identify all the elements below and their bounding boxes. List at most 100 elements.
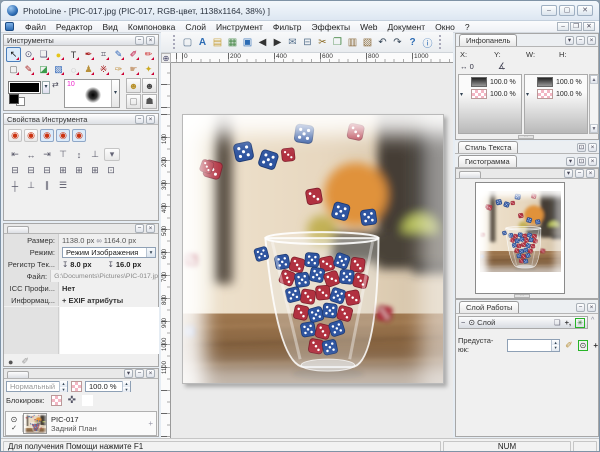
align-bottom-icon[interactable]: ⊥ — [88, 149, 102, 160]
tool-text[interactable]: T — [66, 47, 81, 62]
opacity-field[interactable]: 100.0 % ▴▾ — [85, 381, 131, 392]
panel-minimize-button[interactable]: − — [135, 36, 144, 45]
register-x-value[interactable]: 8.0 px — [70, 260, 91, 269]
menu-item-document[interactable]: Документ — [382, 21, 430, 33]
mdi-minimize-button[interactable]: ‒ — [557, 22, 569, 31]
cut-icon[interactable]: ✂ — [315, 35, 330, 50]
panel-close-button[interactable]: × — [587, 36, 596, 45]
copy-icon[interactable]: ❐ — [330, 35, 345, 50]
work-layer-row[interactable]: − ⊙ Слой ❏ +, ✳ — [458, 316, 588, 329]
gear-icon[interactable]: ✳ — [575, 318, 585, 328]
mask-dark-icon[interactable]: ☻ — [142, 78, 157, 93]
gradient-swatch[interactable] — [537, 77, 553, 87]
presets-dropdown[interactable]: ▴▾ — [507, 339, 560, 352]
minimize-button[interactable]: ‒ — [541, 5, 557, 16]
brush-preview[interactable]: 10 ▾ — [64, 79, 120, 108]
tab-work-layer[interactable]: Слой Работы — [459, 301, 519, 313]
color-circle-icon[interactable]: ● — [8, 357, 13, 367]
tool-layer[interactable]: ❏ — [36, 47, 51, 62]
vertical-scrollbar[interactable]: ▲ ▼ — [589, 74, 599, 134]
transparency-swatch[interactable] — [537, 89, 553, 99]
panel-minimize-button[interactable]: − — [576, 303, 585, 312]
tool-select[interactable]: ↖ — [6, 47, 21, 62]
scroll-up-icon[interactable]: ▲ — [590, 75, 598, 84]
layer-opacity-group[interactable]: 100.0 % 100.0 % ▾ — [524, 74, 588, 134]
tool-smudge[interactable]: ✎ — [111, 47, 126, 62]
layer-thumbnail[interactable] — [23, 413, 47, 434]
navigator-frame[interactable] — [475, 182, 565, 294]
menu-item-tool[interactable]: Инструмент — [211, 21, 268, 33]
tool-vector-pen[interactable]: ✒ — [81, 47, 96, 62]
open-icon[interactable]: ▤ — [210, 35, 225, 50]
layer-row[interactable]: ⊙ ✓ PIC-017 Задний План + — [5, 411, 157, 436]
tab-text-style[interactable]: Стиль Текста — [458, 141, 518, 153]
mdi-restore-button[interactable]: ❐ — [570, 22, 582, 31]
menu-item-layout[interactable]: Компоновка — [123, 21, 180, 33]
align-left-icon[interactable]: ⇤ — [8, 149, 22, 160]
panel-minimize-button[interactable]: − — [135, 369, 144, 378]
brush-small-icon[interactable]: ✐ — [21, 356, 29, 367]
lock-position-icon[interactable]: ✜ — [68, 395, 76, 406]
swap-colors-icon[interactable]: ⇄ — [52, 80, 59, 89]
spacing-icon[interactable]: ⊥ — [24, 180, 38, 191]
align-options-dropdown[interactable]: ▾ — [104, 148, 120, 161]
page-icon[interactable]: ❏ — [554, 318, 561, 327]
target-button[interactable]: ◉ — [72, 129, 86, 142]
paste-icon[interactable]: ▥ — [345, 35, 360, 50]
back-icon[interactable]: ◀ — [255, 35, 270, 50]
export-icon[interactable]: ✉ — [285, 35, 300, 50]
selection-icon[interactable]: ▢ — [126, 94, 141, 109]
target-button[interactable]: ◉ — [24, 129, 38, 142]
gradient-swatch[interactable] — [471, 77, 487, 87]
horizontal-ruler[interactable]: 0 200 400 600 800 1000 — [171, 53, 453, 63]
browse-icon[interactable]: ▦ — [225, 35, 240, 50]
distribute-icon[interactable]: ⊟ — [24, 165, 38, 176]
tool-pen[interactable]: ✏ — [141, 47, 156, 62]
panel-restore-button[interactable]: ⊡ — [577, 157, 586, 166]
image-mode-dropdown[interactable]: Режим Изображения ▾ — [62, 247, 156, 258]
vertical-ruler[interactable]: 100 200 300 400 500 600 700 800 900 1000… — [161, 63, 171, 438]
toolbar-grip[interactable] — [439, 35, 442, 49]
spacing-icon[interactable]: ∥ — [40, 180, 54, 191]
new-text-icon[interactable]: A — [195, 35, 210, 50]
tool-spray[interactable]: ※ — [96, 62, 111, 77]
tab-info-panel[interactable]: Инфопанель — [459, 34, 517, 46]
layer-opacity-group[interactable]: 100.0 % 100.0 % ▾ — [458, 74, 522, 134]
brush-dropdown-button[interactable]: ▾ — [111, 80, 119, 107]
panel-menu-button[interactable]: ▾ — [566, 157, 575, 166]
distribute-icon[interactable]: ⊞ — [56, 165, 70, 176]
stencil-icon[interactable]: ☗ — [142, 94, 157, 109]
panel-minimize-button[interactable]: − — [576, 36, 585, 45]
resize-grip[interactable]: ⋯ — [514, 294, 530, 298]
add-icon[interactable]: +, — [565, 318, 571, 327]
resize-grip[interactable]: ⋯ — [518, 135, 534, 139]
panel-close-button[interactable]: × — [588, 157, 597, 166]
menu-item-window[interactable]: Окно — [430, 21, 460, 33]
chevron-down-icon[interactable]: ▾ — [526, 91, 529, 98]
spacing-icon[interactable]: ☰ — [56, 180, 70, 191]
collapse-caret-icon[interactable]: ^ — [591, 317, 594, 324]
panel-minimize-button[interactable]: − — [135, 115, 144, 124]
mdi-close-button[interactable]: ✕ — [583, 22, 595, 31]
menu-item-edit[interactable]: Редактор — [51, 21, 98, 33]
chain-link-icon[interactable]: ∞ — [96, 236, 101, 245]
tab-histogram[interactable]: Гистограмма — [458, 155, 517, 167]
transparency-swatch[interactable] — [471, 89, 487, 99]
panel-menu-button[interactable]: ▾ — [124, 369, 133, 378]
align-middle-icon[interactable]: ↕ — [72, 150, 86, 160]
panel-menu-button[interactable]: ▾ — [564, 169, 573, 178]
navigator-thumbnail[interactable] — [480, 191, 561, 272]
lock-transparency-icon[interactable] — [51, 395, 62, 406]
context-help-icon[interactable]: ? — [405, 35, 420, 50]
print-icon[interactable]: ⊟ — [300, 35, 315, 50]
panel-close-button[interactable]: × — [146, 115, 155, 124]
foreground-color-swatch[interactable] — [8, 81, 41, 94]
size-width-value[interactable]: 1138.0 px — [62, 236, 94, 245]
paste-special-icon[interactable]: ▧ — [360, 35, 375, 50]
panel-close-button[interactable]: × — [146, 224, 155, 233]
tool-stamp[interactable]: ♟ — [81, 62, 96, 77]
menu-item-view[interactable]: Вид — [98, 21, 123, 33]
redo-icon[interactable]: ↷ — [390, 35, 405, 50]
tool-gradient[interactable]: ▧ — [51, 62, 66, 77]
size-height-value[interactable]: 1164.0 px — [104, 236, 136, 245]
